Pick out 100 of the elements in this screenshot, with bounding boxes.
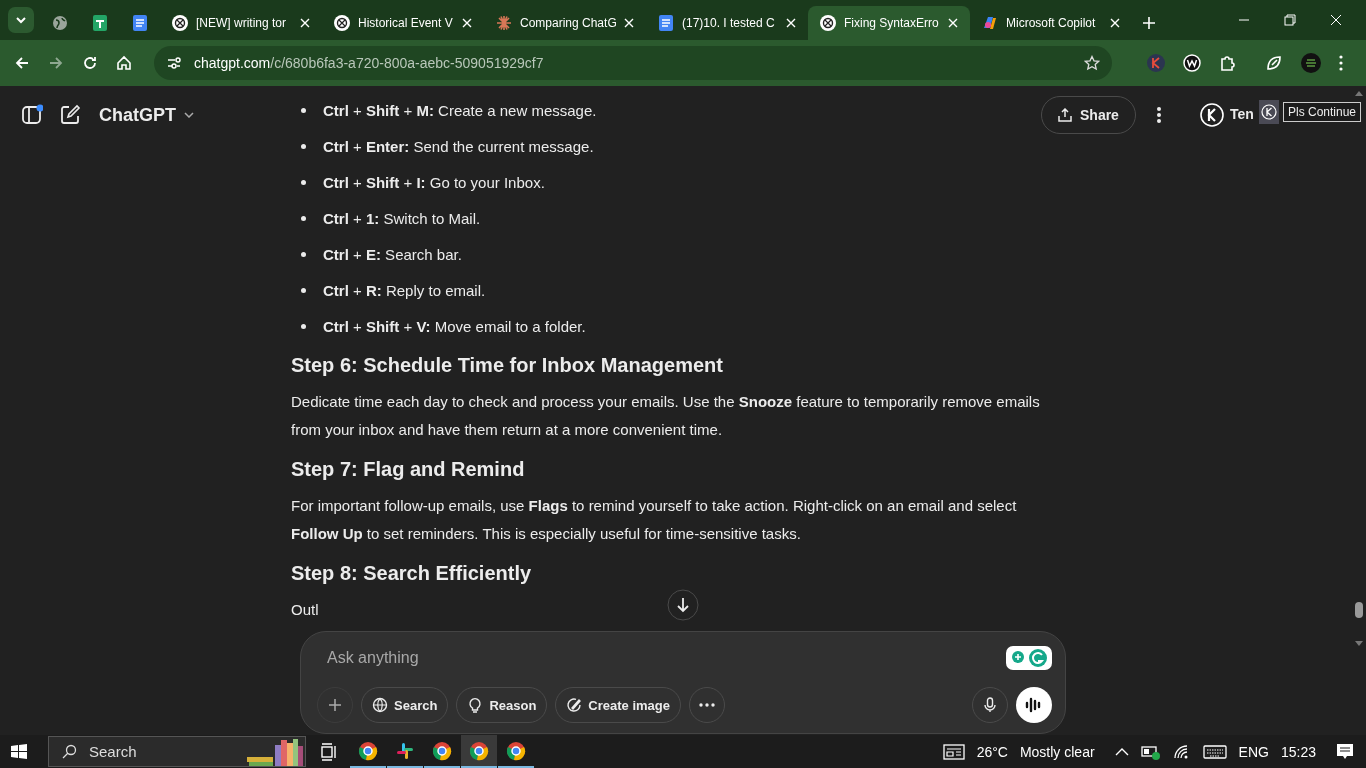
home-icon[interactable] bbox=[116, 55, 132, 71]
close-icon[interactable] bbox=[1330, 14, 1342, 26]
tab-title: Historical Event V bbox=[358, 16, 454, 30]
globe-icon bbox=[52, 15, 68, 31]
sidebar-toggle-icon[interactable] bbox=[21, 104, 43, 126]
task-view-icon[interactable] bbox=[320, 742, 338, 761]
browser-tab[interactable]: [NEW] writing tor bbox=[160, 6, 322, 40]
scrollbar-thumb[interactable] bbox=[1355, 602, 1363, 618]
address-field[interactable]: chatgpt.com/c/680b6fa3-a720-800a-aebc-509051929cf7 bbox=[154, 46, 1112, 80]
browser-tab[interactable]: (17)10. I tested C bbox=[646, 6, 808, 40]
browser-icon bbox=[358, 740, 378, 761]
input-language[interactable]: ENG bbox=[1238, 743, 1269, 760]
document-icon bbox=[132, 15, 148, 31]
section-heading: Step 6: Schedule Time for Inbox Management bbox=[291, 353, 724, 378]
tab-title: (17)10. I tested C bbox=[682, 16, 776, 30]
tab-title: Fixing SyntaxErro bbox=[844, 16, 940, 30]
new-chat-icon[interactable] bbox=[59, 104, 81, 126]
paragraph: Dedicate time each day to check and process your emails. Use the Snooze feature to temporarily remove emails from your inbox and have them return at a more convenient time. bbox=[291, 392, 1041, 440]
shortcut-item: Ctrl + 1: Switch to Mail. bbox=[323, 209, 481, 227]
profile-avatar-icon[interactable] bbox=[1300, 52, 1322, 74]
taskbar-search-field[interactable]: Search bbox=[48, 736, 306, 767]
notification-icon[interactable] bbox=[1336, 742, 1354, 761]
browser-icon bbox=[469, 740, 489, 761]
grammar-extension-icon[interactable] bbox=[1006, 646, 1052, 670]
tab-title: Microsoft Copilot bbox=[1006, 16, 1097, 30]
user-name: Ten bbox=[1229, 106, 1254, 122]
menu-icon[interactable] bbox=[1338, 54, 1344, 72]
shortcut-item: Ctrl + E: Search bar. bbox=[323, 245, 462, 263]
battery-icon[interactable] bbox=[1140, 743, 1161, 760]
copilot-logo-icon bbox=[982, 15, 998, 31]
voice-mode-button[interactable] bbox=[1016, 687, 1052, 723]
news-weather-icon[interactable] bbox=[942, 743, 965, 760]
bullet-icon bbox=[301, 287, 306, 293]
bullet-icon bbox=[301, 107, 306, 113]
shortcut-item: Ctrl + Shift + V: Move email to a folder. bbox=[323, 317, 586, 335]
chevron-down-icon bbox=[15, 16, 27, 24]
browser-tab[interactable]: Comparing ChatG bbox=[484, 6, 646, 40]
new-tab-icon[interactable] bbox=[1142, 16, 1156, 30]
close-icon[interactable] bbox=[624, 18, 634, 28]
bookmark-star-icon[interactable] bbox=[1084, 55, 1100, 71]
books-drawing bbox=[245, 737, 305, 766]
tab-search-button[interactable] bbox=[8, 7, 34, 33]
user-avatar-icon[interactable] bbox=[1199, 103, 1224, 127]
close-icon[interactable] bbox=[1110, 18, 1120, 28]
search-icon bbox=[61, 743, 77, 760]
model-selector[interactable]: ChatGPT bbox=[99, 104, 194, 126]
chevron-down-icon bbox=[184, 112, 194, 118]
starburst-icon bbox=[496, 15, 512, 31]
close-icon[interactable] bbox=[786, 18, 796, 28]
scroll-down-icon[interactable] bbox=[667, 589, 699, 621]
restore-icon[interactable] bbox=[1284, 14, 1296, 26]
scroll-up-arrow-icon[interactable] bbox=[1355, 90, 1363, 96]
globe-icon bbox=[372, 697, 388, 713]
ellipsis-icon bbox=[699, 703, 715, 707]
bullet-icon bbox=[301, 179, 306, 185]
back-icon[interactable] bbox=[14, 55, 30, 71]
bullet-icon bbox=[301, 143, 306, 149]
sound-wave-icon bbox=[1025, 697, 1043, 713]
plus-icon bbox=[328, 698, 342, 712]
spreadsheet-icon bbox=[92, 15, 108, 31]
leaf-icon[interactable] bbox=[1264, 53, 1284, 73]
hash-logo-icon bbox=[395, 740, 415, 761]
section-heading: Step 7: Flag and Remind bbox=[291, 457, 526, 482]
shortcut-item: Ctrl + Shift + I: Go to your Inbox. bbox=[323, 173, 545, 191]
section-heading: Step 8: Search Efficiently bbox=[291, 561, 533, 586]
scroll-down-arrow-icon[interactable] bbox=[1355, 641, 1363, 647]
tooltip: Pls Continue bbox=[1283, 102, 1362, 122]
microphone-icon bbox=[983, 697, 997, 713]
paragraph: Outl bbox=[291, 600, 319, 620]
windows-start-icon[interactable] bbox=[10, 742, 28, 761]
share-button[interactable]: Share bbox=[1041, 96, 1136, 134]
weather-condition: Mostly clear bbox=[1019, 743, 1095, 760]
more-options-icon[interactable] bbox=[1155, 106, 1162, 124]
taskbar-app[interactable] bbox=[461, 735, 497, 768]
palette-icon bbox=[566, 697, 583, 713]
site-settings-icon[interactable] bbox=[166, 55, 182, 71]
close-icon[interactable] bbox=[948, 18, 958, 28]
close-icon[interactable] bbox=[300, 18, 310, 28]
browser-tab[interactable]: Historical Event V bbox=[322, 6, 484, 40]
lightbulb-icon bbox=[467, 697, 484, 713]
close-icon[interactable] bbox=[462, 18, 472, 28]
browser-icon bbox=[506, 740, 526, 761]
circle-extension-icon[interactable] bbox=[1182, 53, 1202, 73]
browser-tab[interactable]: Microsoft Copilot bbox=[970, 6, 1132, 40]
temperature: 26°C bbox=[976, 743, 1008, 760]
browser-tab[interactable]: Fixing SyntaxErro bbox=[808, 6, 970, 40]
keyboard-icon[interactable] bbox=[1202, 744, 1227, 759]
bullet-icon bbox=[301, 251, 306, 257]
letter-extension-icon[interactable] bbox=[1146, 53, 1166, 73]
url-text: chatgpt.com/c/680b6fa3-a720-800a-aebc-509051929cf7 bbox=[194, 55, 544, 71]
shortcut-item: Ctrl + R: Reply to email. bbox=[323, 281, 486, 299]
chevron-up-icon[interactable] bbox=[1114, 746, 1129, 757]
reload-icon[interactable] bbox=[82, 55, 98, 71]
browser-icon bbox=[432, 740, 452, 761]
forward-icon[interactable] bbox=[48, 55, 64, 71]
message-input[interactable]: Ask anything bbox=[327, 649, 1006, 667]
tab-title: Comparing ChatG bbox=[520, 16, 616, 30]
tab-title: [NEW] writing tor bbox=[196, 16, 287, 30]
extensions-icon[interactable] bbox=[1218, 53, 1238, 73]
clock[interactable]: 15:23 bbox=[1280, 743, 1316, 760]
